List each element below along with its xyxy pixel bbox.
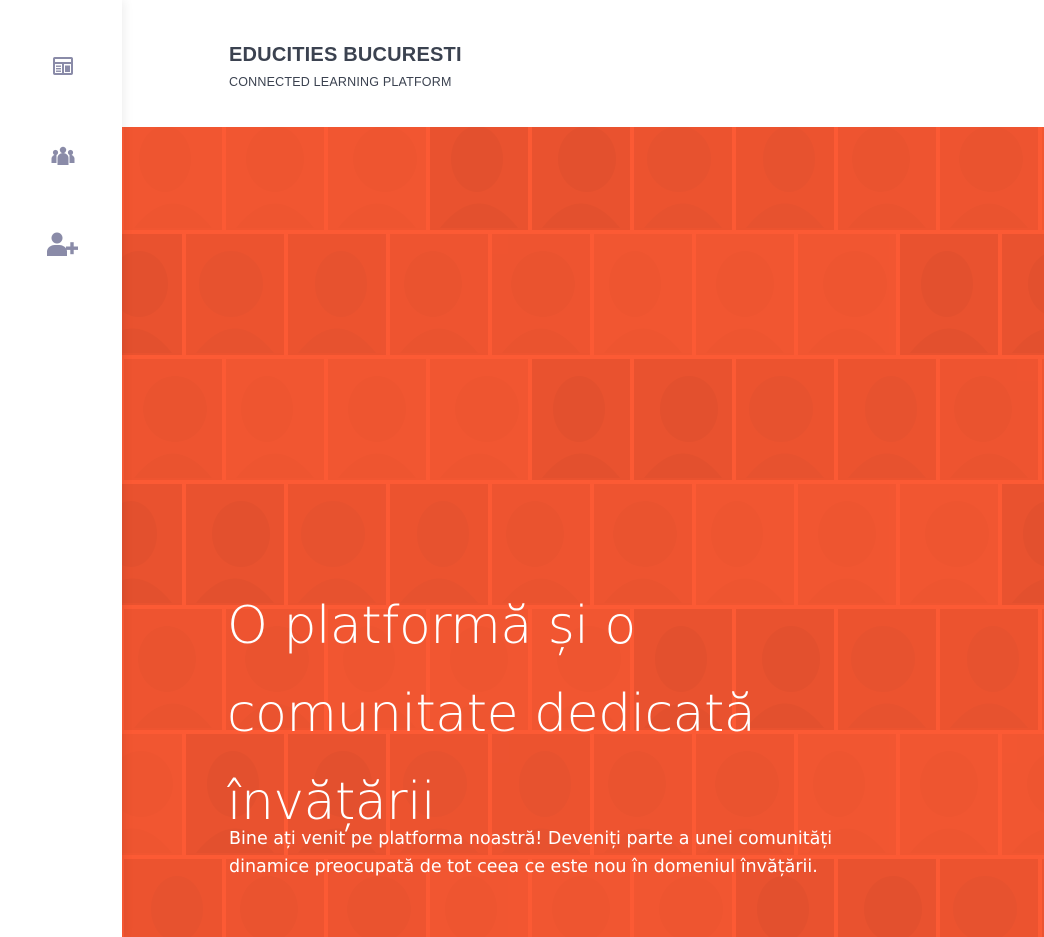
face-tile: [122, 484, 182, 605]
face-tile: [594, 234, 692, 355]
face-tile: [390, 234, 488, 355]
face-tile: [532, 127, 630, 230]
face-tile: [532, 359, 630, 480]
sidebar-item-community[interactable]: [36, 134, 90, 178]
face-tile: [226, 127, 324, 230]
page: EDUCITIES BUCURESTI CONNECTED LEARNING P…: [0, 0, 1044, 937]
face-tile: [328, 127, 426, 230]
face-tile: [124, 359, 222, 480]
sidebar-item-dashboard[interactable]: [36, 44, 90, 88]
hero-description-line: Bine ați venit pe platforma noastră! Dev…: [229, 829, 833, 849]
face-tile: [124, 609, 222, 730]
face-tile: [328, 359, 426, 480]
face-tile: [226, 359, 324, 480]
face-tile: [124, 859, 222, 937]
face-tile: [696, 234, 794, 355]
face-tile: [736, 359, 834, 480]
face-tile: [736, 127, 834, 230]
face-tile: [492, 234, 590, 355]
hero-description-line: dinamice preocupată de tot ceea ce este …: [229, 857, 818, 877]
face-tile: [798, 234, 896, 355]
face-tile: [122, 234, 182, 355]
brand-title[interactable]: EDUCITIES BUCURESTI: [229, 44, 462, 67]
face-tile: [430, 359, 528, 480]
hero-title-line: O platformă și o: [227, 596, 636, 656]
face-tile: [940, 359, 1038, 480]
hero-description: Bine ați venit pe platforma noastră! Dev…: [229, 825, 989, 881]
face-tile: [186, 234, 284, 355]
header: EDUCITIES BUCURESTI CONNECTED LEARNING P…: [122, 0, 1044, 127]
face-tile: [1002, 234, 1044, 355]
face-tile: [838, 127, 936, 230]
face-tile: [900, 234, 998, 355]
hero-banner: O platformă și o comunitate dedicată înv…: [122, 127, 1044, 937]
face-tile: [634, 359, 732, 480]
face-tile: [122, 734, 182, 855]
brand-subtitle: CONNECTED LEARNING PLATFORM: [229, 75, 452, 89]
hero-title-line: comunitate dedicată: [227, 684, 756, 744]
hero-title-line: învățării: [227, 772, 436, 832]
face-tile: [124, 127, 222, 230]
add-user-icon: [47, 231, 79, 257]
face-tile: [430, 127, 528, 230]
sidebar: [0, 0, 122, 937]
face-tile: [634, 127, 732, 230]
sidebar-item-register[interactable]: [36, 222, 90, 266]
face-tile: [288, 234, 386, 355]
face-tile: [1002, 484, 1044, 605]
face-tile: [1002, 734, 1044, 855]
hero-title: O platformă și o comunitate dedicată înv…: [227, 582, 1007, 846]
community-icon: [51, 146, 75, 166]
face-tile: [838, 359, 936, 480]
face-tile: [940, 127, 1038, 230]
dashboard-icon: [52, 55, 74, 77]
